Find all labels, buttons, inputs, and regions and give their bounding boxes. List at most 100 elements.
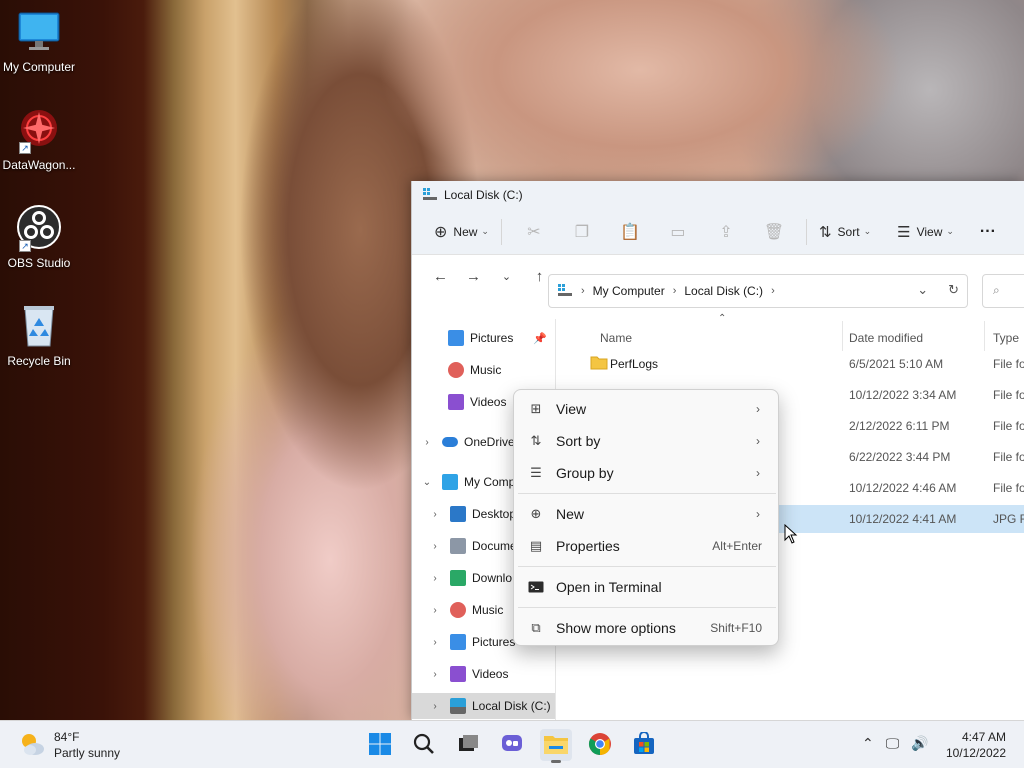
breadcrumb-my-computer[interactable]: My Computer bbox=[593, 284, 665, 298]
copy-icon[interactable]: ❐ bbox=[558, 217, 606, 247]
menu-item-view[interactable]: ⊞ View › bbox=[518, 394, 776, 424]
share-icon[interactable]: ⇪ bbox=[702, 217, 750, 247]
list-icon: ☰ bbox=[530, 465, 542, 480]
desktop-icon-datawagon[interactable]: ↗ DataWagon... bbox=[0, 106, 78, 172]
chevron-right-icon[interactable]: › bbox=[428, 701, 442, 712]
nav-item-documents[interactable]: › Docume bbox=[428, 533, 517, 559]
recent-chevron-icon[interactable]: ⌄ bbox=[490, 270, 523, 283]
chat-button[interactable] bbox=[496, 729, 528, 761]
column-divider[interactable] bbox=[984, 321, 985, 351]
documents-icon bbox=[450, 538, 466, 554]
terminal-icon bbox=[528, 579, 544, 595]
desktop-icon-obs[interactable]: ↗ OBS Studio bbox=[0, 204, 78, 270]
chevron-right-icon[interactable]: › bbox=[428, 541, 442, 552]
file-name: PerfLogs bbox=[610, 357, 659, 371]
nav-item-my-computer[interactable]: ⌄ My Comp bbox=[420, 469, 515, 495]
search-input[interactable]: ⌕ bbox=[982, 274, 1024, 308]
rename-icon[interactable]: ▭ bbox=[654, 217, 702, 247]
menu-item-properties[interactable]: ▤ Properties Alt+Enter bbox=[518, 531, 776, 561]
nav-item-videos[interactable]: › Videos bbox=[428, 661, 508, 687]
nav-item-music[interactable]: › Music bbox=[428, 597, 503, 623]
menu-item-open-terminal[interactable]: Open in Terminal bbox=[518, 572, 776, 602]
store-icon bbox=[632, 730, 656, 759]
nav-item-onedrive[interactable]: › OneDrive bbox=[420, 429, 514, 455]
cut-icon[interactable]: ✂ bbox=[510, 217, 558, 247]
delete-icon[interactable]: 🗑 bbox=[750, 217, 798, 247]
nav-item-label: Videos bbox=[472, 667, 509, 681]
pin-icon[interactable]: 📌 bbox=[533, 332, 547, 345]
forward-arrow-icon[interactable]: → bbox=[457, 268, 490, 285]
chevron-right-icon[interactable]: › bbox=[428, 669, 442, 680]
clock-date: 10/12/2022 bbox=[945, 746, 1006, 760]
chrome-button[interactable] bbox=[584, 729, 616, 761]
network-icon[interactable]: 🖵 bbox=[886, 735, 900, 752]
table-row[interactable]: PerfLogs 6/5/2021 5:10 AM File fo bbox=[564, 350, 1024, 378]
nav-item-label: My Comp bbox=[464, 475, 516, 489]
obs-icon: ↗ bbox=[15, 204, 63, 252]
file-date: 6/22/2022 3:44 PM bbox=[849, 450, 951, 464]
column-header-name[interactable]: Name bbox=[600, 325, 632, 351]
nav-item-downloads[interactable]: › Downlo bbox=[428, 565, 512, 591]
address-bar[interactable]: › My Computer › Local Disk (C:) › ⌄ ↻ bbox=[548, 274, 968, 308]
nav-item-label: Docume bbox=[472, 539, 517, 553]
shortcut-label: Alt+Enter bbox=[712, 539, 762, 553]
menu-item-group-by[interactable]: ☰ Group by › bbox=[518, 458, 776, 488]
nav-item-label: Local Disk (C:) bbox=[472, 699, 551, 713]
nav-item-label: Music bbox=[472, 603, 504, 617]
nav-item-label: Desktop bbox=[472, 507, 517, 521]
search-button[interactable] bbox=[408, 729, 440, 761]
volume-icon[interactable]: 🔊 bbox=[911, 735, 928, 752]
menu-item-show-more-options[interactable]: ⧉ Show more options Shift+F10 bbox=[518, 613, 776, 643]
new-button[interactable]: ⊕ New ⌄ bbox=[430, 217, 493, 247]
back-arrow-icon[interactable]: ← bbox=[424, 268, 457, 285]
clock[interactable]: 4:47 AM 10/12/2022 bbox=[946, 729, 1006, 761]
drive-icon bbox=[422, 187, 438, 204]
breadcrumb-local-disk[interactable]: Local Disk (C:) bbox=[684, 284, 763, 298]
weather-widget[interactable]: 84°F Partly sunny bbox=[18, 729, 120, 761]
column-header-type[interactable]: Type bbox=[993, 325, 1019, 351]
more-options-button[interactable]: ··· bbox=[976, 217, 1000, 247]
desktop-icon-recycle-bin[interactable]: Recycle Bin bbox=[0, 302, 78, 368]
chevron-right-icon[interactable]: › bbox=[428, 605, 442, 616]
desktop-folder-icon bbox=[450, 506, 466, 522]
chevron-right-icon[interactable]: › bbox=[420, 437, 434, 448]
properties-icon: ▤ bbox=[529, 538, 543, 553]
videos-icon bbox=[450, 666, 466, 682]
nav-item-desktop[interactable]: › Desktop bbox=[428, 501, 516, 527]
sort-button[interactable]: ⇅ Sort ⌄ bbox=[815, 217, 875, 247]
file-type: File fo bbox=[993, 388, 1024, 402]
chevron-right-icon: › bbox=[756, 507, 760, 521]
view-button[interactable]: ☰ View ⌄ bbox=[893, 217, 958, 247]
window-titlebar[interactable]: Local Disk (C:) bbox=[412, 181, 1024, 209]
chevron-right-icon[interactable]: › bbox=[428, 637, 442, 648]
column-header-date[interactable]: Date modified bbox=[849, 325, 923, 351]
menu-divider bbox=[518, 607, 776, 608]
refresh-icon[interactable]: ↻ bbox=[948, 282, 959, 298]
chevron-down-icon[interactable]: ⌄ bbox=[420, 477, 434, 488]
toolbar-divider bbox=[500, 218, 502, 245]
address-dropdown-icon[interactable]: ⌄ bbox=[917, 282, 928, 298]
recycle-bin-icon bbox=[15, 302, 63, 350]
nav-item-music-quick[interactable]: Music bbox=[448, 357, 501, 383]
datawagon-icon: ↗ bbox=[15, 106, 63, 154]
task-view-button[interactable] bbox=[452, 729, 484, 761]
menu-item-new[interactable]: ⊕ New › bbox=[518, 499, 776, 529]
nav-item-videos-quick[interactable]: Videos bbox=[448, 389, 506, 415]
menu-item-sort-by[interactable]: ⇅ Sort by › bbox=[518, 426, 776, 456]
file-type: File fo bbox=[993, 419, 1024, 433]
nav-item-label: Music bbox=[470, 363, 502, 377]
nav-item-pictures-quick[interactable]: Pictures 📌 bbox=[448, 325, 547, 351]
store-button[interactable] bbox=[628, 729, 660, 761]
file-explorer-taskbar-button[interactable] bbox=[540, 729, 572, 763]
paste-icon[interactable]: 📋 bbox=[606, 217, 654, 247]
start-button[interactable] bbox=[364, 729, 396, 761]
chevron-right-icon[interactable]: › bbox=[428, 509, 442, 520]
menu-item-label: View bbox=[556, 401, 587, 417]
nav-item-pictures[interactable]: › Pictures bbox=[428, 629, 515, 655]
nav-item-local-disk[interactable]: › Local Disk (C:) bbox=[412, 693, 555, 719]
chevron-up-icon[interactable]: ⌃ bbox=[862, 735, 874, 752]
desktop-icon-my-computer[interactable]: My Computer bbox=[0, 8, 78, 74]
column-divider[interactable] bbox=[842, 321, 843, 351]
nav-item-label: Pictures bbox=[472, 635, 516, 649]
chevron-right-icon[interactable]: › bbox=[428, 573, 442, 584]
